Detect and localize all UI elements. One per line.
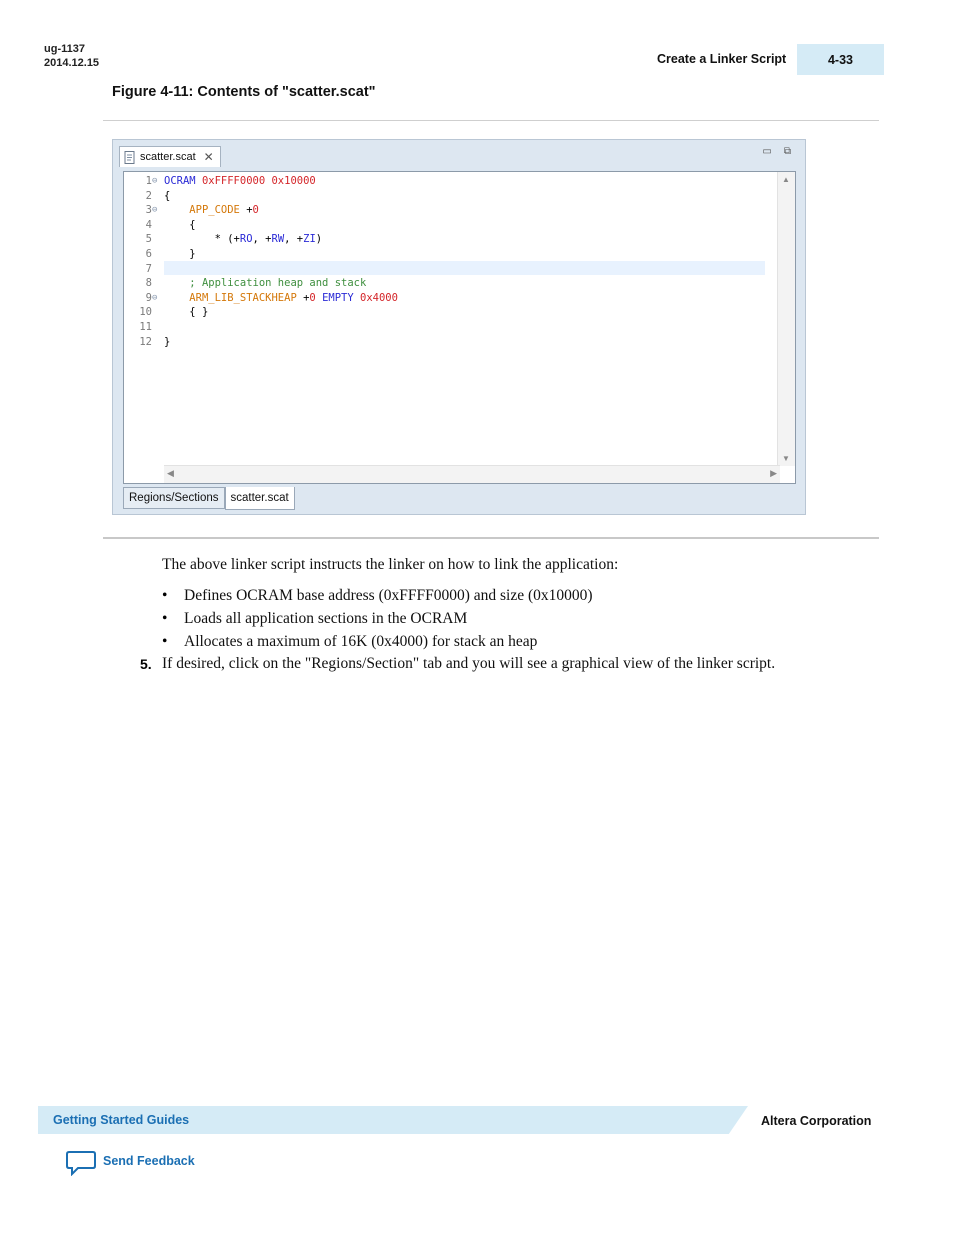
tab-regions-sections[interactable]: Regions/Sections	[123, 487, 225, 509]
code-line-6: }	[189, 248, 196, 260]
line-number: 8	[145, 277, 152, 290]
line-number: 5	[145, 233, 152, 246]
scroll-right-icon[interactable]: ▶	[770, 468, 777, 479]
list-item: Allocates a maximum of 16K (0x4000) for …	[184, 633, 538, 650]
footer-company: Altera Corporation	[761, 1114, 872, 1128]
code-line-8: ; Application heap and stack	[189, 277, 367, 290]
code-line-4: {	[189, 218, 196, 231]
scroll-up-icon[interactable]: ▲	[782, 175, 790, 184]
list-item: Loads all application sections in the OC…	[184, 610, 468, 627]
line-number: 2	[145, 189, 152, 202]
line-number: 6	[145, 248, 152, 260]
step-text: If desired, click on the "Regions/Sectio…	[162, 655, 776, 672]
code-line-1: OCRAM 0xFFFF0000 0x10000	[164, 175, 316, 187]
code-line-10: { }	[189, 306, 209, 319]
minimize-icon[interactable]: ▭	[762, 146, 771, 157]
fold-icon[interactable]: ⊖	[152, 174, 157, 189]
scroll-left-icon[interactable]: ◀	[167, 468, 174, 479]
maximize-icon[interactable]: ⧉	[784, 146, 791, 157]
editor-tab[interactable]: scatter.scat ✕	[119, 146, 221, 167]
code-line-12: }	[164, 335, 171, 348]
code-line-3: APP_CODE +0	[189, 204, 259, 217]
file-icon	[124, 150, 136, 164]
bullet-icon: •	[162, 633, 168, 650]
line-number: 11	[139, 321, 152, 333]
editor-bottom-tabs: Regions/Sections scatter.scat	[123, 487, 295, 510]
current-line-highlight	[164, 261, 765, 275]
document-date: 2014.12.15	[44, 57, 100, 69]
step-number: 5.	[140, 656, 152, 672]
close-icon[interactable]: ✕	[204, 150, 214, 164]
line-number: 10	[139, 306, 152, 319]
code-editor[interactable]: 1 ⊖ 2 3 ⊖ 4 5 6 7 8 9 ⊖ 10 11 12 OCRAM 0xFF…	[123, 171, 796, 484]
document-id-block: ug-1137 2014.12.15	[44, 42, 99, 70]
document-id: ug-1137	[44, 43, 85, 55]
vertical-scrollbar[interactable]: ▲ ▼	[777, 172, 795, 466]
speech-bubble-icon[interactable]	[66, 1150, 96, 1181]
list-item: Defines OCRAM base address (0xFFFF0000) …	[184, 587, 593, 604]
intro-paragraph: The above linker script instructs the li…	[162, 556, 619, 573]
fold-icon[interactable]: ⊖	[152, 203, 157, 218]
horizontal-scrollbar[interactable]: ◀ ▶	[164, 465, 780, 483]
bottom-divider	[103, 537, 879, 539]
figure-caption: Figure 4-11: Contents of "scatter.scat"	[112, 84, 376, 100]
line-number: 4	[145, 218, 152, 231]
code-line-2: {	[164, 189, 171, 202]
code-line-5: * (+RO, +RW, +ZI)	[214, 233, 323, 246]
editor-tab-label: scatter.scat	[140, 151, 196, 163]
line-number: 12	[139, 335, 152, 348]
editor-screenshot: scatter.scat ✕ ▭ ⧉ 1 ⊖ 2 3 ⊖ 4 5 6 7 8 9 ⊖ …	[112, 139, 806, 515]
line-number: 7	[145, 262, 152, 275]
footer-guide-link[interactable]: Getting Started Guides	[53, 1113, 189, 1127]
bullet-icon: •	[162, 587, 168, 604]
bullet-icon: •	[162, 610, 168, 627]
fold-icon[interactable]: ⊖	[152, 291, 157, 306]
top-divider	[103, 120, 879, 121]
scroll-down-icon[interactable]: ▼	[782, 454, 790, 463]
page-number: 4-33	[797, 44, 884, 75]
tab-scatter-scat[interactable]: scatter.scat	[224, 487, 295, 510]
section-title: Create a Linker Script	[657, 52, 787, 66]
code-line-9: ARM_LIB_STACKHEAP +0 EMPTY 0x4000	[189, 291, 398, 304]
send-feedback-link[interactable]: Send Feedback	[103, 1154, 195, 1168]
window-controls: ▭ ⧉	[762, 146, 791, 157]
